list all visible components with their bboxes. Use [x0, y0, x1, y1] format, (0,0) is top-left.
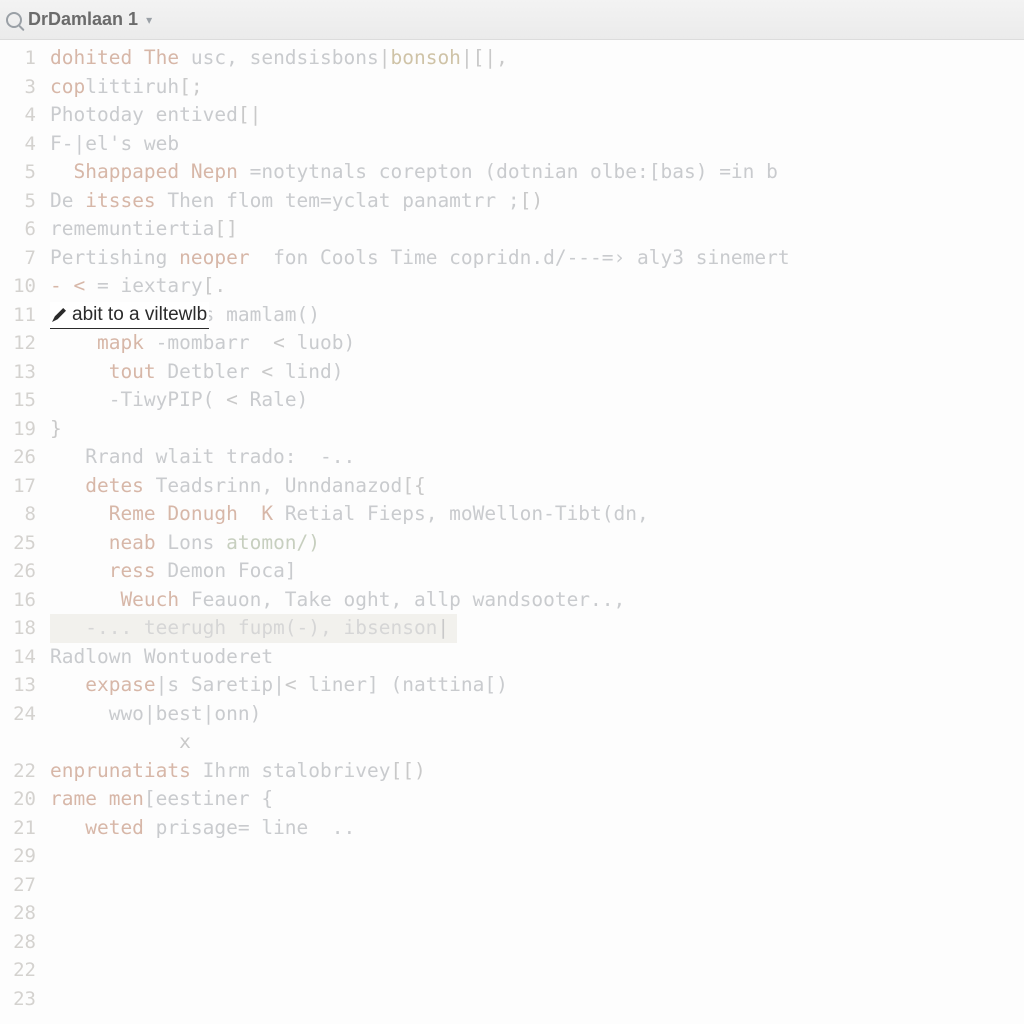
line-number: 7 [0, 244, 42, 273]
code-line[interactable]: Radlown Wontuoderet [50, 643, 1024, 672]
line-number: 26 [0, 557, 42, 586]
line-number: 25 [0, 529, 42, 558]
code-line[interactable]: rame men[eestiner { [50, 785, 1024, 814]
line-number: 4 [0, 101, 42, 130]
line-number: 13 [0, 358, 42, 387]
line-number-gutter: 1344556710111213151926178252616181413242… [0, 40, 42, 1024]
pencil-icon [52, 308, 66, 322]
code-line[interactable]: tout Detbler < lind) [50, 358, 1024, 387]
code-area[interactable]: dohited The usc, sendsisbons|bonsoh|[|,c… [50, 44, 1024, 842]
line-number: 29 [0, 842, 42, 871]
line-number: 24 [0, 700, 42, 729]
line-number: 19 [0, 415, 42, 444]
code-line[interactable]: Shappaped Nepn =notytnals corepton (dotn… [50, 158, 1024, 187]
code-line[interactable]: weted prisage= line .. [50, 814, 1024, 843]
inline-suggestion-popup[interactable]: abit to a viltewlb [50, 302, 209, 329]
line-number: 20 [0, 785, 42, 814]
code-line[interactable]: - < = iextary[. [50, 272, 1024, 301]
code-line[interactable]: neab Lons atomon/) [50, 529, 1024, 558]
search-icon[interactable] [6, 12, 22, 28]
code-line[interactable]: expase|s Saretip|< liner] (nattina[) [50, 671, 1024, 700]
code-line[interactable]: mapk -mombarr < luob) [50, 329, 1024, 358]
line-number [0, 728, 42, 757]
line-number: 13 [0, 671, 42, 700]
line-number: 22 [0, 956, 42, 985]
code-line[interactable]: Weuch Feauon, Take oght, allp wandsooter… [50, 586, 1024, 615]
line-number: 3 [0, 73, 42, 102]
code-line[interactable]: wwo|best|onn) [50, 700, 1024, 729]
line-number: 15 [0, 386, 42, 415]
code-line[interactable]: -... teerugh fupm(-), ibsenson| [50, 614, 457, 643]
line-number: 21 [0, 814, 42, 843]
code-line[interactable]: -TiwyPIP( < Rale) [50, 386, 1024, 415]
line-number: 28 [0, 899, 42, 928]
tab-title[interactable]: DrDamlaan 1 [28, 9, 138, 30]
line-number: 26 [0, 443, 42, 472]
code-line[interactable]: coplittiruh[; [50, 73, 1024, 102]
code-line[interactable]: detes Teadsrinn, Unndanazod[{ [50, 472, 1024, 501]
line-number: 17 [0, 472, 42, 501]
code-line[interactable]: dohited The usc, sendsisbons|bonsoh|[|, [50, 44, 1024, 73]
code-line[interactable]: De itsses Then flom tem=yclat panamtrr ;… [50, 187, 1024, 216]
code-line[interactable]: enprunatiats Ihrm stalobrivey[[) [50, 757, 1024, 786]
line-number: 18 [0, 614, 42, 643]
editor-toolbar: DrDamlaan 1 ▾ [0, 0, 1024, 40]
line-number: 16 [0, 586, 42, 615]
line-number: 5 [0, 158, 42, 187]
code-line[interactable]: x [50, 728, 1024, 757]
line-number: 28 [0, 928, 42, 957]
line-number: 8 [0, 500, 42, 529]
code-line[interactable]: ress Demon Foca] [50, 557, 1024, 586]
code-editor[interactable]: 1344556710111213151926178252616181413242… [0, 40, 1024, 1024]
code-line[interactable]: Pertishing neoper fon Cools Time copridn… [50, 244, 1024, 273]
line-number: 23 [0, 985, 42, 1014]
suggestion-text: abit to a viltewlb [72, 304, 207, 326]
line-number: 4 [0, 130, 42, 159]
code-line[interactable]: Photoday entived[| [50, 101, 1024, 130]
line-number: 12 [0, 329, 42, 358]
line-number: 11 [0, 301, 42, 330]
code-line[interactable]: Reme Donugh K Retial Fieps, moWellon-Tib… [50, 500, 1024, 529]
code-line[interactable]: Rrand wlait trado: -.. [50, 443, 1024, 472]
line-number: 10 [0, 272, 42, 301]
line-number: 6 [0, 215, 42, 244]
line-number: 14 [0, 643, 42, 672]
line-number: 5 [0, 187, 42, 216]
code-line[interactable]: F-|el's web [50, 130, 1024, 159]
code-line[interactable]: } [50, 415, 1024, 444]
line-number: 1 [0, 44, 42, 73]
line-number: 27 [0, 871, 42, 900]
code-line[interactable]: rememuntiertia[] [50, 215, 1024, 244]
line-number: 22 [0, 757, 42, 786]
chevron-down-icon[interactable]: ▾ [146, 13, 152, 27]
